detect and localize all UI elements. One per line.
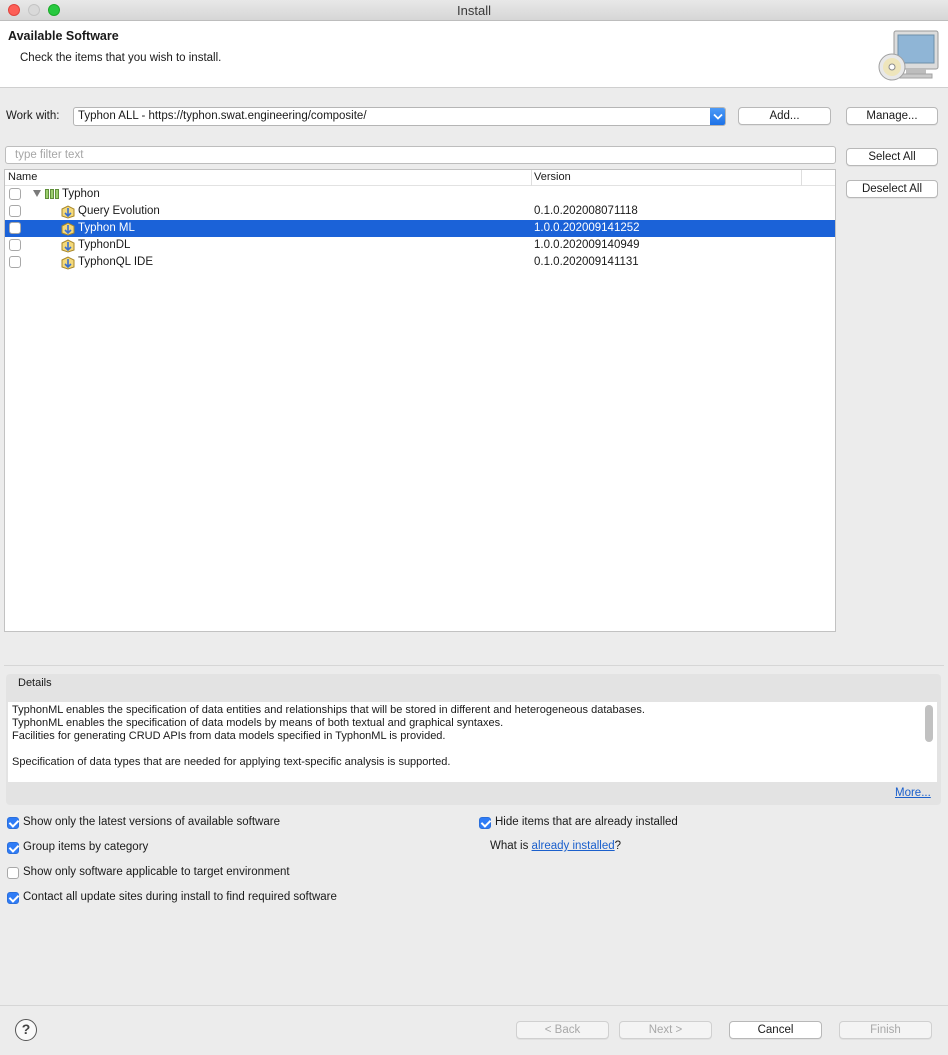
- window-title: Install: [457, 3, 491, 18]
- tree-category-row[interactable]: Typhon: [5, 186, 835, 203]
- filter-input[interactable]: type filter text: [5, 146, 836, 164]
- item-name: Query Evolution: [78, 205, 160, 217]
- item-name: Typhon ML: [78, 222, 135, 234]
- page-description: Check the items that you wish to install…: [20, 52, 222, 64]
- item-checkbox[interactable]: [9, 205, 21, 217]
- target-env-only-checkbox[interactable]: [7, 867, 19, 879]
- already-installed-link[interactable]: already installed: [532, 840, 615, 852]
- group-by-category-checkbox[interactable]: [7, 842, 19, 854]
- column-header-version[interactable]: Version: [534, 171, 571, 183]
- finish-button[interactable]: Finish: [839, 1021, 932, 1039]
- details-scrollbar-thumb[interactable]: [925, 705, 933, 742]
- tree-header: Name Version: [5, 170, 835, 186]
- details-line: Facilities for generating CRUD APIs from…: [12, 730, 446, 742]
- hide-installed-label: Hide items that are already installed: [495, 816, 678, 828]
- column-divider[interactable]: [801, 170, 802, 186]
- item-version: 1.0.0.202009140949: [534, 239, 640, 251]
- hide-installed-checkbox[interactable]: [479, 817, 491, 829]
- expand-triangle-icon[interactable]: [33, 190, 41, 197]
- combo-dropdown-icon[interactable]: [710, 108, 725, 125]
- item-version: 1.0.0.202009141252: [534, 222, 640, 234]
- item-name: TyphonQL IDE: [78, 256, 154, 268]
- details-line: TyphonML enables the specification of da…: [12, 717, 504, 729]
- work-with-combo[interactable]: Typhon ALL - https://typhon.swat.enginee…: [73, 107, 726, 126]
- deselect-all-button[interactable]: Deselect All: [846, 180, 938, 198]
- cancel-button[interactable]: Cancel: [729, 1021, 822, 1039]
- already-installed-hint: What is already installed?: [490, 840, 621, 852]
- category-icon: [45, 189, 59, 199]
- feature-plugin-icon: [61, 205, 75, 219]
- contact-all-sites-label: Contact all update sites during install …: [23, 891, 337, 903]
- item-version: 0.1.0.202009141131: [534, 256, 639, 268]
- tree-row[interactable]: TyphonDL 1.0.0.202009140949: [5, 237, 835, 254]
- close-window-button[interactable]: [8, 4, 20, 16]
- tree-row[interactable]: Query Evolution 0.1.0.202008071118: [5, 203, 835, 220]
- details-line: [12, 743, 933, 756]
- category-checkbox[interactable]: [9, 188, 21, 200]
- wizard-banner: Available Software Check the items that …: [0, 21, 948, 88]
- item-checkbox[interactable]: [9, 256, 21, 268]
- details-text-area[interactable]: TyphonML enables the specification of da…: [8, 702, 937, 782]
- latest-only-label: Show only the latest versions of availab…: [23, 816, 280, 828]
- more-link[interactable]: More...: [895, 787, 931, 799]
- select-all-button[interactable]: Select All: [846, 148, 938, 166]
- manage-button[interactable]: Manage...: [846, 107, 938, 125]
- page-title: Available Software: [8, 29, 119, 43]
- back-button[interactable]: < Back: [516, 1021, 609, 1039]
- minimize-window-button[interactable]: [28, 4, 40, 16]
- feature-plugin-icon: [61, 222, 75, 236]
- feature-plugin-icon: [61, 239, 75, 253]
- item-version: 0.1.0.202008071118: [534, 205, 638, 217]
- group-by-category-label: Group items by category: [23, 841, 149, 853]
- footer-divider: [0, 1005, 948, 1006]
- divider: [4, 665, 944, 666]
- install-wizard-icon: [878, 30, 939, 81]
- feature-plugin-icon: [61, 256, 75, 270]
- target-env-only-label: Show only software applicable to target …: [23, 866, 290, 878]
- work-with-value: Typhon ALL - https://typhon.swat.enginee…: [78, 110, 367, 122]
- details-label: Details: [18, 677, 52, 689]
- details-line: Specification of data types that are nee…: [12, 756, 451, 768]
- tree-row-selected[interactable]: Typhon ML 1.0.0.202009141252: [5, 220, 835, 237]
- column-divider[interactable]: [531, 170, 532, 186]
- category-name: Typhon: [62, 188, 100, 200]
- work-with-label: Work with:: [6, 110, 60, 122]
- latest-only-checkbox[interactable]: [7, 817, 19, 829]
- column-header-name[interactable]: Name: [8, 171, 37, 183]
- what-is-prefix: What is: [490, 840, 532, 852]
- software-tree[interactable]: Name Version Typhon Query Evolution 0.1.…: [4, 169, 836, 632]
- item-name: TyphonDL: [78, 239, 131, 251]
- details-line: TyphonML enables the specification of da…: [12, 704, 645, 716]
- zoom-window-button[interactable]: [48, 4, 60, 16]
- what-is-suffix: ?: [614, 840, 622, 852]
- help-icon[interactable]: ?: [15, 1019, 37, 1041]
- contact-all-sites-checkbox[interactable]: [7, 892, 19, 904]
- next-button[interactable]: Next >: [619, 1021, 712, 1039]
- add-button[interactable]: Add...: [738, 107, 831, 125]
- item-checkbox[interactable]: [9, 239, 21, 251]
- tree-row[interactable]: TyphonQL IDE 0.1.0.202009141131: [5, 254, 835, 271]
- item-checkbox[interactable]: [9, 222, 21, 234]
- title-bar: Install: [0, 0, 948, 21]
